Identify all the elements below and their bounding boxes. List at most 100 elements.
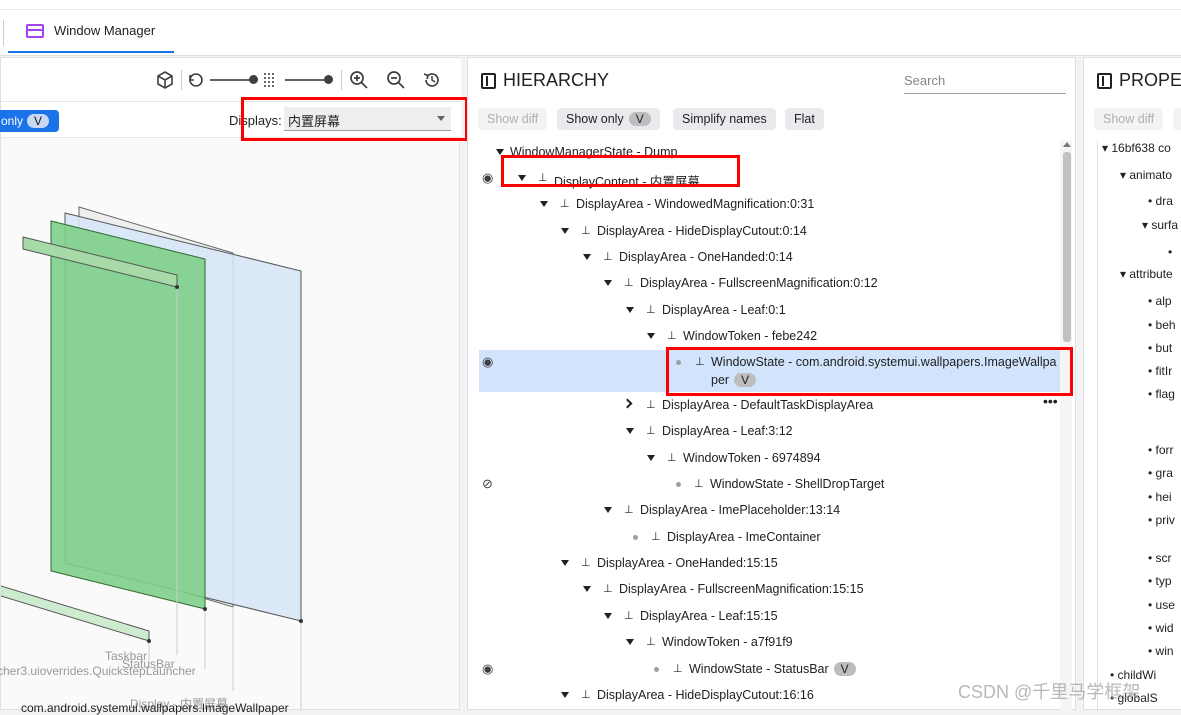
pin-icon[interactable]: ⊥ bbox=[624, 276, 634, 289]
tree-row[interactable]: ⊥ DisplayArea - Leaf:3:12 bbox=[468, 419, 1063, 445]
tree-row[interactable]: ⊥ DisplayArea - Leaf:15:15 bbox=[468, 604, 1063, 630]
prop-row[interactable]: ▾ surfa bbox=[1142, 218, 1178, 232]
pin-icon[interactable]: ⊥ bbox=[624, 503, 634, 516]
pin-icon[interactable]: ⊥ bbox=[603, 250, 613, 263]
tab-label: Window Manager bbox=[54, 23, 156, 38]
prop-row[interactable]: • dra bbox=[1148, 194, 1173, 208]
properties-panel: PROPE Show diff ▾ 16bf638 co ▾ animato •… bbox=[1083, 57, 1181, 711]
tree-row[interactable]: ⊥ DisplayArea - FullscreenMagnification:… bbox=[468, 271, 1063, 297]
prop-row[interactable]: • forr bbox=[1148, 443, 1174, 457]
caret-down-icon[interactable] bbox=[561, 692, 569, 698]
caret-down-icon[interactable] bbox=[540, 201, 548, 207]
caret-down-icon[interactable] bbox=[604, 280, 612, 286]
show-only-button[interactable]: Show only V bbox=[557, 108, 660, 130]
caret-down-icon[interactable] bbox=[626, 639, 634, 645]
caret-down-icon[interactable] bbox=[626, 428, 634, 434]
pin-icon[interactable]: ⊥ bbox=[667, 329, 677, 342]
label-wallpaper: com.android.systemui.wallpapers.ImageWal… bbox=[21, 701, 289, 715]
tree-row[interactable]: ⊥ WindowToken - a7f91f9 bbox=[468, 630, 1063, 656]
pin-icon[interactable]: ⊥ bbox=[581, 688, 591, 701]
pin-icon[interactable]: ⊥ bbox=[581, 556, 591, 569]
label-launcher: cher3.uioverrides.QuickstepLauncher bbox=[0, 664, 196, 678]
tree-row[interactable]: ⊥ DisplayArea - DefaultTaskDisplayArea •… bbox=[468, 393, 1063, 419]
prop-row[interactable]: • wid bbox=[1148, 621, 1174, 635]
caret-down-icon[interactable] bbox=[647, 455, 655, 461]
tree-row[interactable]: ⊥ DisplayArea - OneHanded:15:15 bbox=[468, 551, 1063, 577]
show-only-toggle[interactable]: only V bbox=[0, 110, 59, 132]
prop-row[interactable]: • beh bbox=[1148, 318, 1176, 332]
tree-row[interactable]: ⊥ DisplayArea - Leaf:0:1 bbox=[468, 298, 1063, 324]
properties-title: PROPE bbox=[1097, 70, 1181, 91]
zoom-in-icon[interactable] bbox=[349, 70, 369, 90]
collapse-panel-icon[interactable] bbox=[481, 72, 496, 89]
pin-icon[interactable]: ⊥ bbox=[646, 398, 656, 411]
rect-launcher bbox=[50, 220, 206, 610]
collapse-panel-icon[interactable] bbox=[1097, 72, 1112, 89]
rotate-icon[interactable] bbox=[187, 71, 205, 89]
scroll-up-icon[interactable] bbox=[1063, 142, 1071, 147]
row-label: WindowState - ShellDropTarget bbox=[710, 477, 885, 491]
rects-canvas[interactable] bbox=[1, 139, 461, 711]
pin-icon[interactable]: ⊥ bbox=[646, 303, 656, 316]
prop-row[interactable]: • alp bbox=[1148, 294, 1172, 308]
caret-down-icon[interactable] bbox=[561, 228, 569, 234]
prop-row[interactable]: • win bbox=[1148, 644, 1174, 658]
properties-more-button[interactable] bbox=[1173, 108, 1181, 130]
pin-icon[interactable]: ⊥ bbox=[581, 224, 591, 237]
prop-row[interactable]: • but bbox=[1148, 341, 1172, 355]
pin-icon[interactable]: ⊥ bbox=[646, 424, 656, 437]
prop-row[interactable]: ▾ attribute bbox=[1120, 267, 1173, 281]
pin-icon[interactable]: ⊥ bbox=[646, 635, 656, 648]
tree-row[interactable]: ⊥ WindowToken - 6974894 bbox=[468, 446, 1063, 472]
pin-icon[interactable]: ⊥ bbox=[560, 197, 570, 210]
eye-icon[interactable]: ◉ bbox=[482, 354, 493, 370]
caret-down-icon[interactable] bbox=[604, 507, 612, 513]
tree-row[interactable]: ⊥ DisplayArea - WindowedMagnification:0:… bbox=[468, 192, 1063, 218]
caret-down-icon[interactable] bbox=[583, 586, 591, 592]
prop-row[interactable]: • hei bbox=[1148, 490, 1172, 504]
eye-off-icon[interactable]: ⊘ bbox=[482, 476, 493, 492]
prop-label: fitIr bbox=[1155, 364, 1173, 378]
pin-icon[interactable]: ⊥ bbox=[667, 451, 677, 464]
flat-button[interactable]: Flat bbox=[785, 108, 824, 130]
zoom-out-icon[interactable] bbox=[386, 70, 406, 90]
prop-row[interactable]: ▾ 16bf638 co bbox=[1102, 141, 1171, 155]
tab-window-manager[interactable]: Window Manager bbox=[8, 10, 174, 53]
reset-icon[interactable] bbox=[422, 70, 442, 90]
tree-row[interactable]: ⊥ DisplayArea - OneHanded:0:14 bbox=[468, 245, 1063, 271]
prop-row[interactable]: • gra bbox=[1148, 466, 1173, 480]
eye-icon[interactable]: ◉ bbox=[482, 661, 493, 677]
caret-down-icon[interactable] bbox=[604, 613, 612, 619]
tree-row[interactable]: ⊥ DisplayArea - ImePlaceholder:13:14 bbox=[468, 498, 1063, 524]
tree-row[interactable]: ⊥ DisplayArea - HideDisplayCutout:0:14 bbox=[468, 219, 1063, 245]
tree-row[interactable]: ⊥ DisplayArea - ImeContainer bbox=[468, 525, 1063, 551]
prop-row[interactable]: • priv bbox=[1148, 513, 1175, 527]
spacing-slider-knob[interactable] bbox=[324, 75, 333, 84]
eye-icon[interactable]: ◉ bbox=[482, 170, 493, 186]
chevron-right-icon[interactable] bbox=[622, 398, 633, 409]
cube-icon[interactable] bbox=[156, 71, 174, 89]
hierarchy-scroll-thumb[interactable] bbox=[1063, 152, 1071, 342]
prop-row[interactable]: ▾ animato bbox=[1120, 168, 1172, 182]
hierarchy-search-input[interactable]: Search bbox=[904, 72, 1066, 94]
show-diff-button[interactable]: Show diff bbox=[478, 108, 548, 130]
caret-down-icon[interactable] bbox=[561, 560, 569, 566]
simplify-names-button[interactable]: Simplify names bbox=[673, 108, 776, 130]
caret-down-icon[interactable] bbox=[647, 333, 655, 339]
prop-row[interactable]: • scr bbox=[1148, 551, 1172, 565]
pin-icon[interactable]: ⊥ bbox=[603, 582, 613, 595]
rotation-slider-knob[interactable] bbox=[249, 75, 258, 84]
caret-down-icon[interactable] bbox=[583, 254, 591, 260]
prop-row[interactable]: • typ bbox=[1148, 574, 1172, 588]
tree-row[interactable]: ⊘ ⊥ WindowState - ShellDropTarget bbox=[468, 472, 1063, 498]
prop-row[interactable]: • flag bbox=[1148, 387, 1175, 401]
pin-icon[interactable]: ⊥ bbox=[673, 662, 683, 675]
pin-icon[interactable]: ⊥ bbox=[624, 609, 634, 622]
pin-icon[interactable]: ⊥ bbox=[694, 477, 704, 490]
tree-row[interactable]: ⊥ DisplayArea - FullscreenMagnification:… bbox=[468, 577, 1063, 603]
properties-show-diff-button[interactable]: Show diff bbox=[1094, 108, 1164, 130]
caret-down-icon[interactable] bbox=[626, 307, 634, 313]
pin-icon[interactable]: ⊥ bbox=[651, 530, 661, 543]
prop-row[interactable]: • fitIr bbox=[1148, 364, 1172, 378]
prop-row[interactable]: • use bbox=[1148, 598, 1175, 612]
